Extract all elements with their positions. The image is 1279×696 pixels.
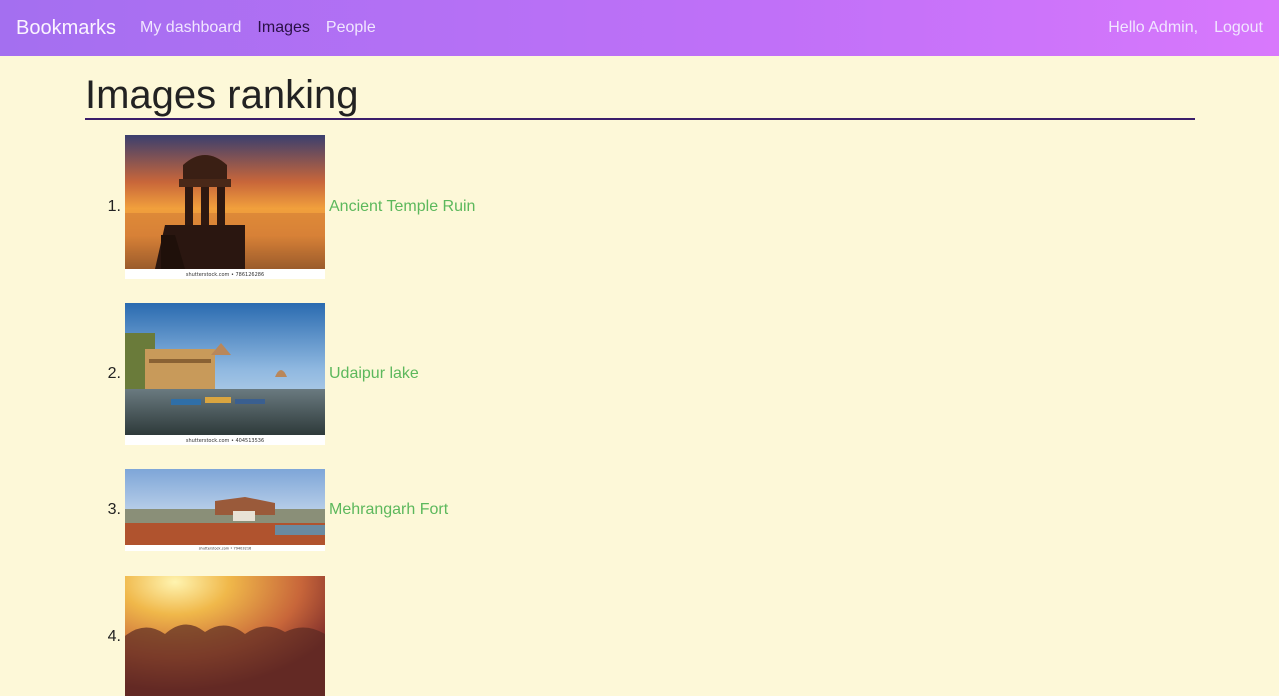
ranking-item: 3. shutterstock.com • 79403216 Mehrangar…	[85, 469, 1195, 551]
nav-images-link[interactable]: Images	[257, 19, 309, 37]
rank-number: 1.	[107, 198, 121, 215]
rank-number: 2.	[107, 365, 121, 382]
user-greeting: Hello Admin,	[1108, 19, 1199, 36]
ranking-item: 4.	[85, 576, 1195, 696]
rank-number: 3.	[107, 501, 121, 518]
main-content: Images ranking 1. shutterstock.com • 786…	[85, 56, 1195, 696]
image-title-link[interactable]: Mehrangarh Fort	[329, 501, 448, 519]
image-thumbnail[interactable]: shutterstock.com • 786126286	[125, 135, 325, 279]
nav-dashboard-link[interactable]: My dashboard	[140, 19, 241, 37]
image-title-link[interactable]: Udaipur lake	[329, 365, 419, 383]
top-navbar: Bookmarks My dashboard Images People Hel…	[0, 0, 1279, 56]
brand-link[interactable]: Bookmarks	[16, 17, 116, 40]
nav-user-area: Hello Admin, Logout	[1108, 19, 1263, 37]
ranking-item: 1. shutterstock.com • 786126286 Ancient …	[85, 135, 1195, 279]
thumb-caption: shutterstock.com • 404513536	[186, 438, 264, 444]
image-title-link[interactable]: Ancient Temple Ruin	[329, 198, 475, 216]
rank-number: 4.	[107, 628, 121, 645]
image-thumbnail[interactable]: shutterstock.com • 79403216	[125, 469, 325, 551]
nav-people-link[interactable]: People	[326, 19, 376, 37]
thumb-caption: shutterstock.com • 79403216	[199, 547, 252, 551]
logout-link[interactable]: Logout	[1214, 19, 1263, 37]
ranking-list: 1. shutterstock.com • 786126286 Ancient …	[85, 135, 1195, 696]
image-thumbnail[interactable]	[125, 576, 325, 696]
thumb-caption: shutterstock.com • 786126286	[186, 272, 264, 278]
image-thumbnail[interactable]: shutterstock.com • 404513536	[125, 303, 325, 445]
page-title: Images ranking	[85, 74, 1195, 120]
ranking-item: 2. shutterstock.com • 404513536 Udaipur …	[85, 303, 1195, 445]
